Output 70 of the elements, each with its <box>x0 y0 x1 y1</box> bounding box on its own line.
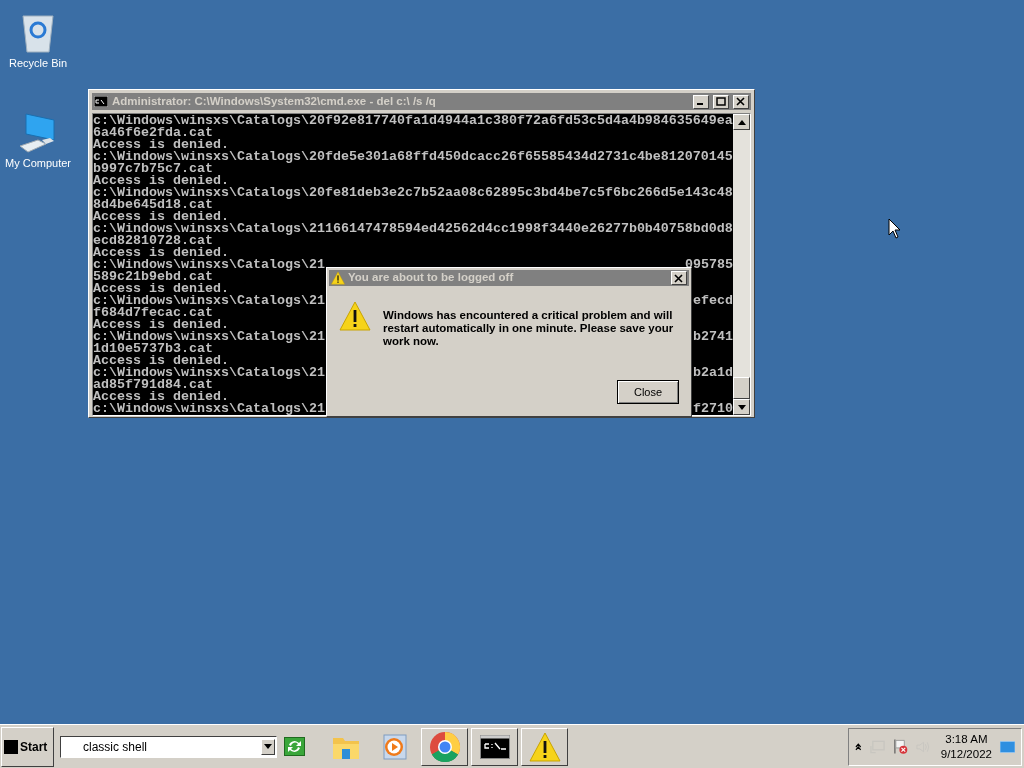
start-button[interactable]: Start <box>1 726 54 767</box>
caret-icon <box>264 744 272 749</box>
mouse-cursor-icon <box>888 218 901 239</box>
scroll-down-button[interactable] <box>733 399 750 415</box>
warning-icon <box>528 730 561 763</box>
media-player-icon[interactable] <box>381 732 409 761</box>
console-line: Access is denied. <box>93 211 229 223</box>
maximize-button[interactable] <box>713 94 729 109</box>
console-line: c:\Windows\winsxs\Catalogs\21 <box>93 331 325 343</box>
console-line: Access is denied. <box>93 391 229 403</box>
start-icon <box>4 739 18 754</box>
dialog-title: You are about to be logged off <box>348 270 515 286</box>
warning-icon <box>339 300 371 332</box>
close-icon <box>674 273 684 283</box>
browser-icon[interactable] <box>428 730 461 763</box>
console-line: b997c7b75c7.cat <box>93 163 213 175</box>
taskbar-button[interactable] <box>421 727 468 766</box>
console-line: f684d7fecac.cat <box>93 307 213 319</box>
console-line: Access is denied. <box>93 175 229 187</box>
arrow-down-icon <box>737 404 746 410</box>
console-line: efecd <box>693 295 733 307</box>
console-line: 1d10e5737b3.cat <box>93 343 213 355</box>
console-line: ad85f791d84.cat <box>93 379 213 391</box>
clock-date[interactable]: 9/12/2022 <box>940 746 992 762</box>
console-line: c:\Windows\winsxs\Catalogs\21 <box>93 403 325 415</box>
close-button[interactable] <box>671 271 687 285</box>
scrollbar[interactable] <box>733 114 750 415</box>
clock-time[interactable]: 3:18 AM <box>945 731 988 747</box>
console-line: Access is denied. <box>93 283 229 295</box>
console-line: c:\Windows\winsxs\Catalogs\20fde5e301a68ffd450dcacc26f65585434d2731c4be812070145 <box>93 151 733 163</box>
close-button[interactable]: Close <box>617 380 679 404</box>
console-line: Access is denied. <box>93 319 229 331</box>
scroll-thumb[interactable] <box>733 377 750 399</box>
dialog-message: Windows has encountered a critical problem and will restart automatically in one minute. Please save your work now. <box>383 308 675 348</box>
console-line: c:\Windows\winsxs\Catalogs\21 <box>93 259 325 271</box>
console-line: c:\Windows\winsxs\Catalogs\21166147478594ed42562d4cc1998f3440e26277b0b40758bd0d8 <box>93 223 733 235</box>
refresh-icon[interactable] <box>283 737 305 756</box>
address-combo[interactable]: classic shell <box>60 735 277 758</box>
console-line: 8d4be645d18.cat <box>93 199 213 211</box>
chevron-up-icon[interactable] <box>855 742 862 751</box>
warning-icon <box>331 271 345 285</box>
taskbar-button[interactable] <box>521 727 568 766</box>
arrow-up-icon <box>737 119 746 125</box>
minimize-button[interactable] <box>693 94 709 109</box>
maximize-icon <box>716 97 726 106</box>
taskbar-button[interactable] <box>471 727 518 766</box>
console-line: b2741 <box>693 331 733 343</box>
console-line: 589c21b9ebd.cat <box>93 271 213 283</box>
window-title: Administrator: C:\Windows\System32\cmd.exe - del c:\ /s /q <box>112 93 437 109</box>
console-line: Access is denied. <box>93 139 229 151</box>
desktop-icon-label[interactable]: Recycle Bin <box>8 57 68 70</box>
close-icon <box>736 97 746 106</box>
console-line: f2710 <box>693 403 733 415</box>
console-line: c:\Windows\winsxs\Catalogs\20f92e817740fa1d4944a1c380f72a6fd53c5d4a4b984635649ea <box>93 115 733 127</box>
console-line: c:\Windows\winsxs\Catalogs\21 <box>93 295 325 307</box>
console-line: 095785 <box>685 259 733 271</box>
flag-error-icon[interactable] <box>892 738 908 755</box>
desktop-icon-label[interactable]: My Computer <box>5 157 71 170</box>
console-line: ecd82810728.cat <box>93 235 213 247</box>
console-line: c:\Windows\winsxs\Catalogs\20fe81deb3e2c7b52aa08c62895c3bd4be7c5f6bc266d5e143c48 <box>93 187 733 199</box>
console-line: Access is denied. <box>93 247 229 259</box>
close-button[interactable] <box>733 94 749 109</box>
dropdown-button[interactable] <box>261 738 275 755</box>
console-line: 6a46f6e2fda.cat <box>93 127 213 139</box>
console-line: Access is denied. <box>93 355 229 367</box>
console-line: b2a1d <box>693 367 733 379</box>
scroll-up-button[interactable] <box>733 114 750 130</box>
console-line: c:\Windows\winsxs\Catalogs\21 <box>93 367 325 379</box>
console-icon[interactable] <box>479 734 510 759</box>
console-icon <box>94 96 108 107</box>
